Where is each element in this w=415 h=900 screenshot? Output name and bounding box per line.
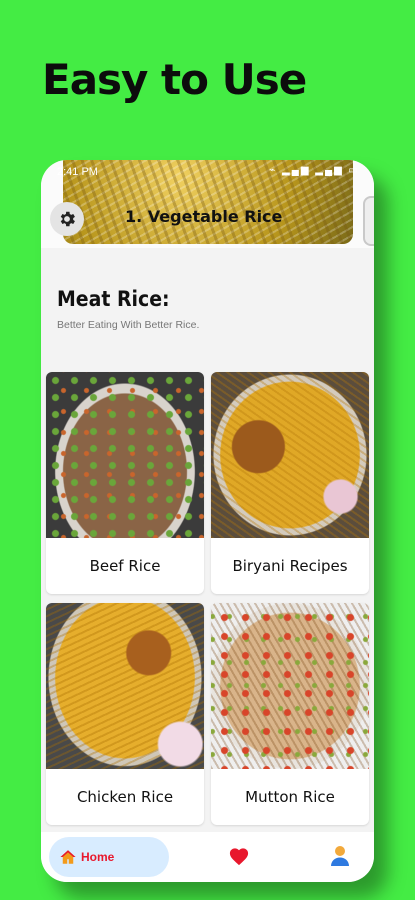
recipe-card-mutton-rice[interactable]: Mutton Rice xyxy=(211,603,369,825)
recipe-label: Biryani Recipes xyxy=(232,557,348,575)
settings-button[interactable] xyxy=(50,202,84,236)
recipe-image xyxy=(46,603,204,769)
next-banner-peek xyxy=(363,196,374,246)
section-subtitle: Better Eating With Better Rice. xyxy=(57,319,200,331)
gear-icon xyxy=(60,211,75,227)
section-title: Meat Rice: xyxy=(57,287,170,311)
featured-recipe-title: 1. Vegetable Rice xyxy=(125,207,283,226)
profile-icon xyxy=(331,846,349,866)
phone-screen: 2:41 PM ⌁ ▂▄▆ ▂▄▆ ▭ 1. Vegetable Rice Me… xyxy=(41,160,374,882)
promo-headline: Easy to Use xyxy=(42,55,307,104)
featured-banner[interactable]: 2:41 PM ⌁ ▂▄▆ ▂▄▆ ▭ 1. Vegetable Rice xyxy=(41,160,374,248)
recipe-image xyxy=(211,603,369,769)
heart-icon xyxy=(229,848,249,866)
recipe-image xyxy=(46,372,204,538)
nav-favorites-tab[interactable] xyxy=(228,846,250,871)
recipe-card-beef-rice[interactable]: Beef Rice xyxy=(46,372,204,594)
recipe-card-chicken-rice[interactable]: Chicken Rice xyxy=(46,603,204,825)
status-time: 2:41 PM xyxy=(57,166,98,178)
nav-home-label: Home xyxy=(81,850,115,864)
recipe-label: Beef Rice xyxy=(89,557,161,575)
recipe-label: Chicken Rice xyxy=(76,788,174,806)
status-bar: 2:41 PM ⌁ ▂▄▆ ▂▄▆ ▭ xyxy=(41,160,374,184)
recipe-image xyxy=(211,372,369,538)
recipe-label: Mutton Rice xyxy=(245,788,335,806)
nav-profile-tab[interactable] xyxy=(330,845,350,872)
bottom-navigation: Home xyxy=(41,832,374,882)
home-icon xyxy=(60,850,76,864)
nav-home-tab[interactable]: Home xyxy=(49,837,169,877)
status-icons: ⌁ ▂▄▆ ▂▄▆ ▭ xyxy=(269,165,360,176)
recipe-card-biryani[interactable]: Biryani Recipes xyxy=(211,372,369,594)
